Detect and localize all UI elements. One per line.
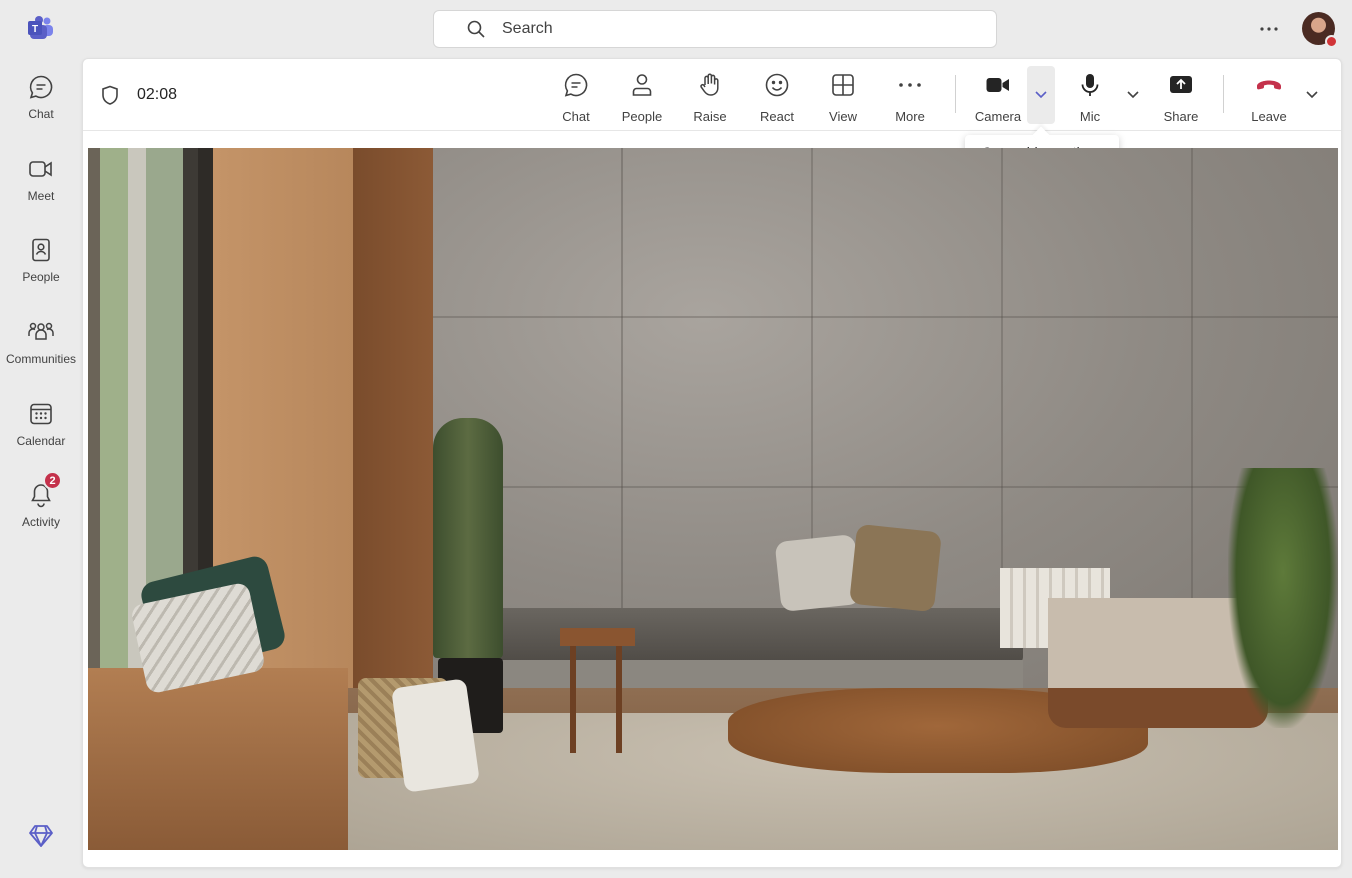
bell-icon: 2 bbox=[27, 471, 62, 509]
share-button[interactable]: Share bbox=[1160, 67, 1202, 125]
pillow bbox=[849, 523, 942, 613]
diamond-premium-icon[interactable] bbox=[28, 823, 54, 849]
svg-text:T: T bbox=[32, 24, 38, 35]
leafy-plant bbox=[1228, 468, 1338, 728]
leave-button-label: Leave bbox=[1251, 109, 1287, 124]
video-camera-icon bbox=[27, 155, 55, 183]
view-button[interactable]: View bbox=[823, 67, 863, 125]
camera-options-chevron[interactable] bbox=[1027, 66, 1055, 124]
share-screen-icon bbox=[1167, 71, 1195, 99]
chevron-down-icon bbox=[1126, 86, 1140, 104]
window-bench bbox=[88, 668, 348, 850]
communities-icon bbox=[27, 318, 55, 346]
leave-options-chevron[interactable] bbox=[1298, 81, 1326, 109]
smiley-icon bbox=[763, 71, 791, 99]
rail-item-label: Meet bbox=[27, 189, 55, 203]
meeting-toolbar: 02:08 Chat People Raise React View More … bbox=[83, 59, 1341, 131]
microphone-icon bbox=[1076, 71, 1104, 99]
rail-item-label: Chat bbox=[28, 107, 54, 121]
search-box[interactable] bbox=[433, 10, 997, 48]
hang-up-icon bbox=[1255, 71, 1283, 99]
camera-button[interactable]: Camera bbox=[973, 67, 1023, 125]
pillow bbox=[774, 534, 862, 612]
chat-button[interactable]: Chat bbox=[553, 67, 599, 125]
raise-hand-button[interactable]: Raise bbox=[689, 67, 731, 125]
meeting-timer: 02:08 bbox=[137, 86, 178, 103]
toolbar-divider bbox=[1223, 75, 1224, 113]
rail-item-label: Activity bbox=[21, 515, 60, 529]
presence-busy-indicator bbox=[1325, 35, 1338, 48]
app-rail: T Chat Meet People Communities Calendar bbox=[0, 0, 82, 878]
person-icon bbox=[628, 71, 656, 99]
stool bbox=[560, 628, 635, 753]
contact-book-icon bbox=[27, 236, 55, 264]
more-button[interactable]: More bbox=[889, 67, 931, 125]
people-button[interactable]: People bbox=[617, 67, 667, 125]
chat-button-label: Chat bbox=[562, 109, 590, 124]
teams-logo-icon[interactable]: T bbox=[27, 15, 55, 41]
react-button[interactable]: React bbox=[755, 67, 799, 125]
rail-item-calendar[interactable]: Calendar bbox=[0, 400, 82, 470]
chat-icon bbox=[562, 71, 590, 99]
toolbar-divider bbox=[955, 75, 956, 113]
leave-button[interactable]: Leave bbox=[1247, 67, 1291, 125]
chevron-down-icon bbox=[1305, 86, 1319, 104]
raise-button-label: Raise bbox=[693, 109, 727, 124]
rail-item-label: Calendar bbox=[16, 434, 66, 448]
chevron-down-icon bbox=[1034, 86, 1048, 104]
meeting-window: 02:08 Chat People Raise React View More … bbox=[82, 58, 1342, 868]
mic-button-label: Mic bbox=[1079, 109, 1101, 124]
share-button-label: Share bbox=[1163, 109, 1199, 124]
rail-item-meet[interactable]: Meet bbox=[0, 155, 82, 225]
more-button-label: More bbox=[895, 109, 925, 124]
search-input[interactable] bbox=[502, 20, 902, 38]
camera-button-label: Camera bbox=[974, 109, 1022, 124]
rail-item-activity[interactable]: 2 Activity bbox=[0, 471, 82, 551]
react-button-label: React bbox=[760, 109, 794, 124]
ellipsis-icon bbox=[896, 71, 924, 99]
rail-item-label: Communities bbox=[5, 352, 77, 366]
activity-badge: 2 bbox=[43, 471, 62, 490]
avatar[interactable] bbox=[1302, 12, 1338, 48]
shield-icon bbox=[99, 84, 121, 106]
rail-item-people[interactable]: People bbox=[0, 236, 82, 306]
calendar-icon bbox=[27, 400, 55, 428]
more-options-icon[interactable] bbox=[1254, 16, 1284, 42]
video-feed bbox=[88, 148, 1338, 850]
mic-button[interactable]: Mic bbox=[1075, 67, 1105, 125]
grid-view-icon bbox=[829, 71, 857, 99]
mic-options-chevron[interactable] bbox=[1119, 81, 1147, 109]
rail-item-label: People bbox=[22, 270, 60, 284]
view-button-label: View bbox=[829, 109, 857, 124]
search-icon bbox=[466, 19, 486, 39]
rail-item-communities[interactable]: Communities bbox=[0, 318, 82, 388]
rail-item-chat[interactable]: Chat bbox=[0, 73, 82, 143]
wood-column bbox=[353, 148, 433, 708]
chat-icon bbox=[27, 73, 55, 101]
blanket bbox=[391, 678, 480, 793]
video-camera-icon bbox=[984, 71, 1012, 99]
hand-icon bbox=[696, 71, 724, 99]
cactus-plant bbox=[433, 418, 503, 658]
people-button-label: People bbox=[621, 109, 663, 124]
